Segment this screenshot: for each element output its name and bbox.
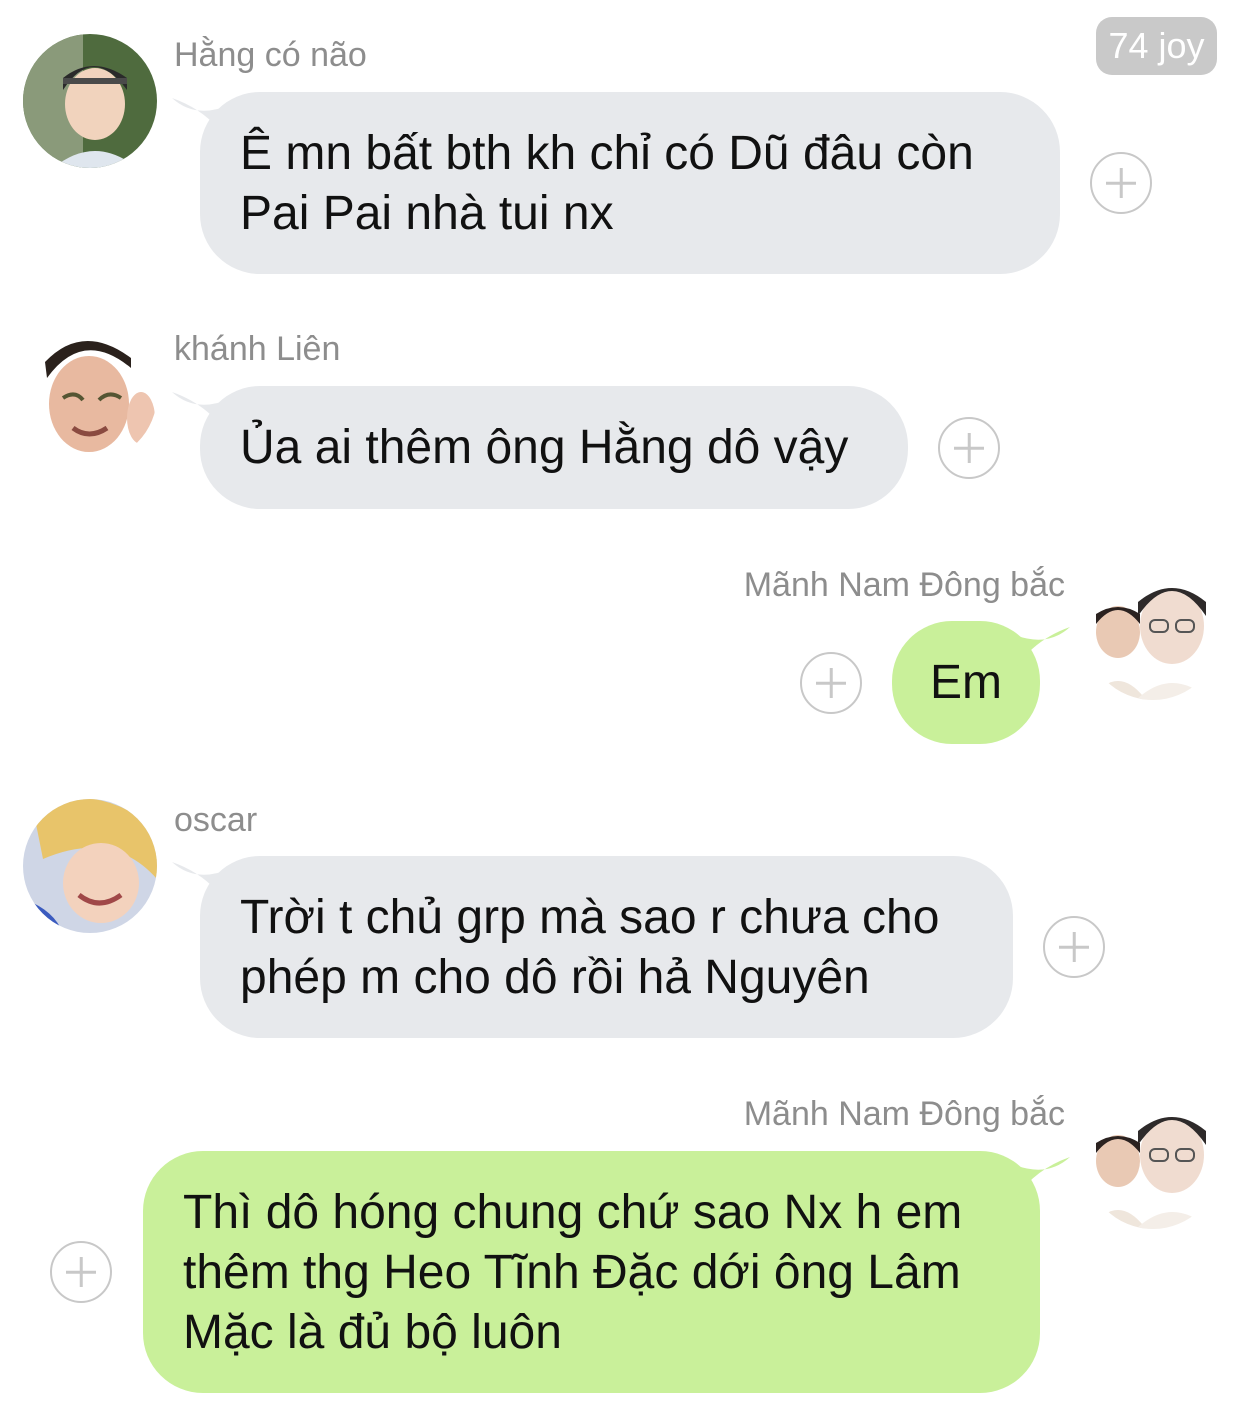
sender-avatar[interactable] <box>23 799 157 933</box>
reaction-count-badge[interactable]: 74 joy <box>1096 17 1217 75</box>
bubble-tail <box>1010 1157 1070 1207</box>
bubble-tail <box>1010 627 1070 677</box>
message-text: Trời t chủ grp mà sao r chưa cho phép m … <box>240 891 940 1004</box>
message-bubble[interactable]: Ủa ai thêm ông Hằng dô vậy <box>200 386 908 509</box>
message-bubble[interactable]: Trời t chủ grp mà sao r chưa cho phép m … <box>200 856 1013 1038</box>
sender-name: oscar <box>174 801 258 839</box>
message-bubble[interactable]: Thì dô hóng chung chứ sao Nx h em thêm t… <box>143 1151 1040 1393</box>
add-reaction-button[interactable] <box>1090 152 1152 214</box>
message-text: Thì dô hóng chung chứ sao Nx h em thêm t… <box>183 1186 963 1359</box>
sender-avatar[interactable] <box>1086 1095 1220 1229</box>
add-reaction-button[interactable] <box>1043 916 1105 978</box>
sender-name: Mãnh Nam Đông bắc <box>743 1095 1065 1133</box>
add-reaction-button[interactable] <box>50 1241 112 1303</box>
sender-avatar[interactable] <box>1086 566 1220 700</box>
add-reaction-button[interactable] <box>800 652 862 714</box>
sender-avatar[interactable] <box>23 328 157 462</box>
message-bubble[interactable]: Ê mn bất bth kh chỉ có Dũ đâu còn Pai Pa… <box>200 92 1060 274</box>
sender-name: Mãnh Nam Đông bắc <box>743 566 1065 604</box>
sender-name: Hằng có não <box>174 36 367 74</box>
message-text: Ê mn bất bth kh chỉ có Dũ đâu còn Pai Pa… <box>240 127 974 240</box>
sender-avatar[interactable] <box>23 34 157 168</box>
message-text: Ủa ai thêm ông Hằng dô vậy <box>240 421 849 474</box>
add-reaction-button[interactable] <box>938 417 1000 479</box>
sender-name: khánh Liên <box>174 330 341 368</box>
message-text: Em <box>930 656 1002 709</box>
